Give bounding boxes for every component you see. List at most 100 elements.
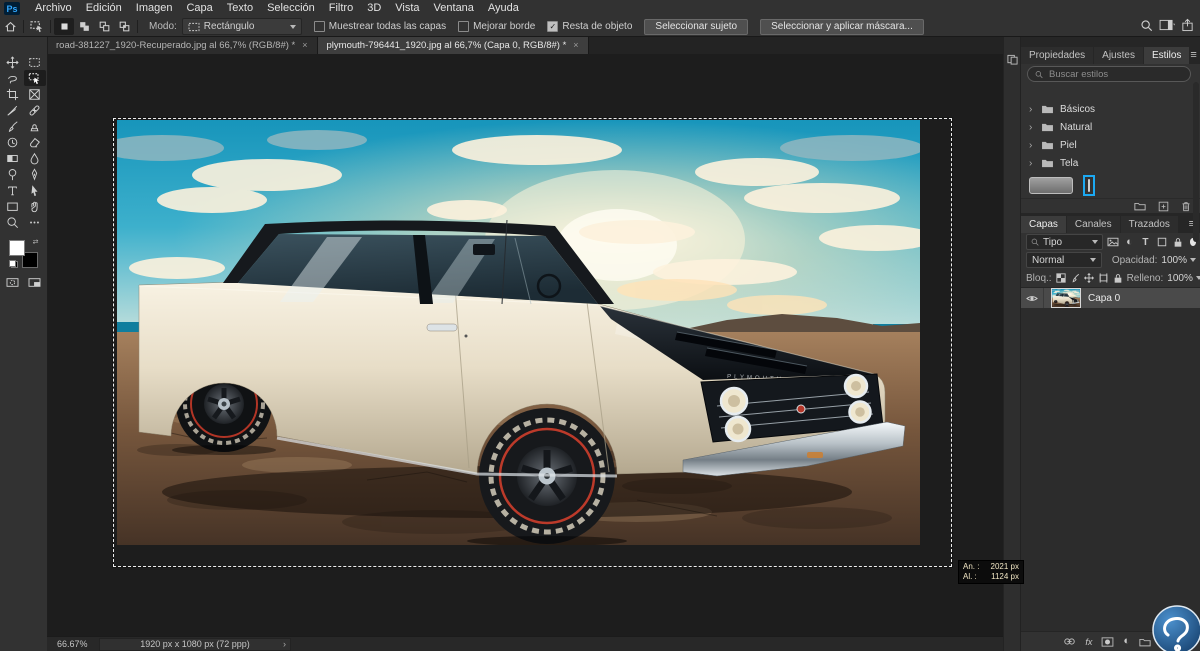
style-swatch-selected[interactable] <box>1083 175 1095 196</box>
menu-vista[interactable]: Vista <box>388 0 426 17</box>
type-filter-icon[interactable]: T <box>1139 235 1151 250</box>
quick-mask-button[interactable] <box>2 274 24 290</box>
share-icon[interactable] <box>1181 18 1194 35</box>
lock-move-icon[interactable] <box>1084 271 1094 286</box>
tool-object-selection[interactable] <box>24 70 46 86</box>
adjustment-icon[interactable]: ◐ <box>1123 636 1130 647</box>
tool-pen[interactable] <box>24 166 46 182</box>
close-icon[interactable]: × <box>573 40 578 50</box>
tool-history-brush[interactable] <box>2 134 24 150</box>
tool-dodge[interactable] <box>2 166 24 182</box>
new-group-icon[interactable] <box>1134 201 1146 211</box>
object-subtract-checkbox[interactable]: ✓ Resta de objeto <box>547 21 632 32</box>
tab-canales[interactable]: Canales <box>1067 216 1120 233</box>
smartobject-filter-icon[interactable] <box>1172 235 1184 250</box>
menu-capa[interactable]: Capa <box>179 0 219 17</box>
tool-spot-healing[interactable] <box>24 102 46 118</box>
tool-blur[interactable] <box>24 150 46 166</box>
swap-colors-icon[interactable]: ⇄ <box>33 238 39 246</box>
doc-tab-road[interactable]: road-381227_1920-Recuperado.jpg al 66,7%… <box>47 36 318 54</box>
lock-artboard-icon[interactable] <box>1098 271 1109 286</box>
foreground-color[interactable] <box>9 240 25 256</box>
opacity-value[interactable]: 100% <box>1161 255 1196 266</box>
mask-icon[interactable] <box>1101 637 1114 647</box>
tool-lasso[interactable] <box>2 70 24 86</box>
layer-visibility-toggle[interactable] <box>1021 288 1044 308</box>
style-folder-natural[interactable]: › Natural <box>1021 118 1200 136</box>
document-info-field[interactable]: 1920 px x 1080 px (72 ppp) › <box>99 638 291 651</box>
menu-imagen[interactable]: Imagen <box>129 0 180 17</box>
tool-preset-icon[interactable] <box>27 18 47 35</box>
panel-menu-icon[interactable]: ≡ <box>1190 49 1200 64</box>
select-subject-button[interactable]: Seleccionar sujeto <box>644 19 748 35</box>
link-icon[interactable] <box>1063 637 1076 646</box>
screen-mode-button[interactable] <box>24 274 46 290</box>
close-icon[interactable]: × <box>302 40 307 50</box>
subtract-selection-icon[interactable] <box>94 18 114 35</box>
tool-zoom[interactable] <box>2 214 24 230</box>
zoom-level-field[interactable]: 66.67% <box>57 639 99 649</box>
selection-marching-ants[interactable] <box>113 118 952 567</box>
menu-edicion[interactable]: Edición <box>79 0 129 17</box>
lock-transparency-icon[interactable] <box>1056 271 1066 286</box>
photoshop-logo[interactable]: Ps <box>4 2 20 15</box>
tool-hand[interactable] <box>24 198 46 214</box>
canvas-area[interactable]: An. :2021 px Al. :1124 px <box>47 54 1003 637</box>
new-style-icon[interactable] <box>1158 201 1169 212</box>
menu-filtro[interactable]: Filtro <box>322 0 360 17</box>
adjustment-filter-icon[interactable]: ◐ <box>1123 235 1135 250</box>
menu-archivo[interactable]: Archivo <box>28 0 79 17</box>
tool-eraser[interactable] <box>24 134 46 150</box>
menu-ayuda[interactable]: Ayuda <box>481 0 526 17</box>
pixel-filter-icon[interactable] <box>1107 235 1119 250</box>
tool-gradient[interactable] <box>2 150 24 166</box>
new-selection-icon[interactable] <box>54 18 74 35</box>
style-folder-piel[interactable]: › Piel <box>1021 136 1200 154</box>
menu-seleccion[interactable]: Selección <box>260 0 322 17</box>
home-icon[interactable] <box>0 18 20 35</box>
menu-texto[interactable]: Texto <box>220 0 260 17</box>
style-folder-basicos[interactable]: › Básicos <box>1021 100 1200 118</box>
mode-select[interactable]: Rectángulo <box>182 18 302 35</box>
default-colors-icon[interactable] <box>9 260 18 268</box>
tool-brush[interactable] <box>2 118 24 134</box>
menu-3d[interactable]: 3D <box>360 0 388 17</box>
fill-value[interactable]: 100% <box>1167 273 1200 284</box>
style-folder-tela[interactable]: › Tela <box>1021 154 1200 172</box>
select-and-mask-button[interactable]: Seleccionar y aplicar máscara... <box>760 19 924 35</box>
tool-move[interactable] <box>2 54 24 70</box>
layer-thumbnail[interactable] <box>1051 288 1081 308</box>
lock-all-icon[interactable] <box>1113 271 1123 286</box>
tool-type[interactable] <box>2 182 24 198</box>
filter-type-select[interactable]: Tipo <box>1026 234 1103 250</box>
sample-all-layers-checkbox[interactable]: Muestrear todas las capas <box>314 21 446 32</box>
styles-search-input[interactable] <box>1027 66 1191 82</box>
add-selection-icon[interactable] <box>74 18 94 35</box>
intersect-selection-icon[interactable] <box>114 18 134 35</box>
tab-estilos[interactable]: Estilos <box>1144 47 1189 64</box>
tool-clone-stamp[interactable] <box>24 118 46 134</box>
styles-scrollbar[interactable] <box>1193 82 1199 242</box>
tool-rectangular-marquee[interactable] <box>24 54 46 70</box>
enhance-edge-checkbox[interactable]: Mejorar borde <box>458 21 535 32</box>
fx-icon[interactable]: fx <box>1085 637 1092 647</box>
workspace-icon[interactable] <box>1159 19 1175 34</box>
layer-name[interactable]: Capa 0 <box>1088 293 1120 304</box>
layer-row-capa0[interactable]: Capa 0 <box>1021 288 1200 308</box>
doc-tab-plymouth[interactable]: plymouth-796441_1920.jpg al 66,7% (Capa … <box>318 36 589 54</box>
tab-ajustes[interactable]: Ajustes <box>1094 47 1143 64</box>
expand-panels-icon[interactable] <box>1007 54 1018 65</box>
tool-crop[interactable] <box>2 86 24 102</box>
blend-mode-select[interactable]: Normal <box>1026 252 1102 268</box>
tab-propiedades[interactable]: Propiedades <box>1021 47 1093 64</box>
tab-capas[interactable]: Capas <box>1021 216 1066 233</box>
tab-trazados[interactable]: Trazados <box>1121 216 1178 233</box>
shape-filter-icon[interactable] <box>1156 235 1168 250</box>
style-swatch-1[interactable] <box>1029 177 1073 194</box>
tool-edit-toolbar[interactable] <box>24 214 46 230</box>
trash-icon[interactable] <box>1181 201 1191 212</box>
tool-rectangle[interactable] <box>2 198 24 214</box>
tool-path-selection[interactable] <box>24 182 46 198</box>
search-icon[interactable] <box>1140 19 1153 35</box>
lock-paint-icon[interactable] <box>1070 271 1080 286</box>
